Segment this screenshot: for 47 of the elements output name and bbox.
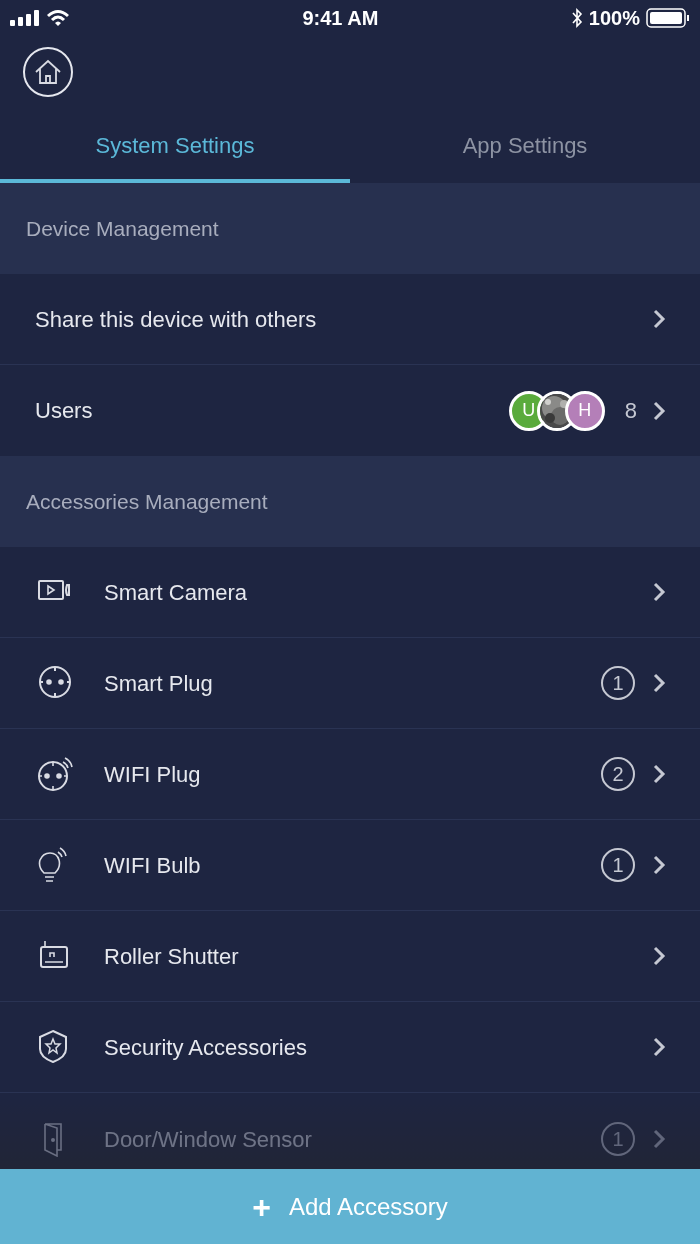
row-label: Share this device with others [35, 305, 318, 334]
home-icon [34, 59, 62, 85]
battery-icon [646, 8, 690, 28]
row-label: Door/Window Sensor [104, 1125, 313, 1154]
door-icon [44, 1123, 62, 1157]
signal-icon [10, 10, 40, 26]
row-label: Users [35, 397, 94, 425]
list-row[interactable]: Smart Camera [0, 547, 700, 638]
chevron-right-icon [653, 673, 666, 693]
row-label: WIFI Plug [104, 760, 202, 789]
home-button[interactable] [23, 47, 73, 97]
chevron-right-icon [653, 582, 666, 602]
chevron-right-icon [653, 309, 666, 329]
tab[interactable]: App Settings [350, 110, 700, 183]
bluetooth-icon [570, 8, 583, 28]
chevron-right-icon [653, 1037, 666, 1057]
count-badge: 1 [601, 666, 635, 700]
plus-icon: + [252, 1182, 271, 1231]
list-row[interactable]: WIFI Plug 2 [0, 729, 700, 820]
list-row[interactable]: Roller Shutter [0, 911, 700, 1002]
user-avatar: H [564, 390, 605, 431]
row-label: WIFI Bulb [104, 851, 202, 880]
list-row[interactable]: Share this device with others [0, 274, 700, 365]
user-count: 8 [624, 397, 637, 425]
row-label: Security Accessories [104, 1033, 308, 1062]
section-header: Device Management [26, 215, 219, 242]
row-label: Smart Camera [104, 578, 249, 607]
count-badge: 1 [601, 848, 635, 882]
list-row[interactable]: Users U H 8 [0, 365, 700, 456]
list-row[interactable]: Smart Plug 1 [0, 638, 700, 729]
section-header: Accessories Management [26, 488, 268, 515]
list-row[interactable]: WIFI Bulb 1 [0, 820, 700, 911]
wifi-icon [46, 9, 70, 27]
status-time: 9:41 AM [302, 6, 379, 31]
battery-percent: 100% [588, 6, 640, 31]
chevron-right-icon [653, 946, 666, 966]
chevron-right-icon [653, 400, 666, 421]
list-row[interactable]: Security Accessories [0, 1002, 700, 1093]
chevron-right-icon [653, 855, 666, 875]
video-camera-icon [38, 580, 70, 600]
row-label: Smart Plug [104, 669, 214, 698]
row-label: Roller Shutter [104, 942, 240, 971]
chevron-right-icon [653, 1129, 666, 1149]
chevron-right-icon [653, 764, 666, 784]
count-badge: 2 [601, 757, 635, 791]
count-badge: 1 [601, 1122, 635, 1156]
socket-signal-icon [38, 756, 74, 793]
